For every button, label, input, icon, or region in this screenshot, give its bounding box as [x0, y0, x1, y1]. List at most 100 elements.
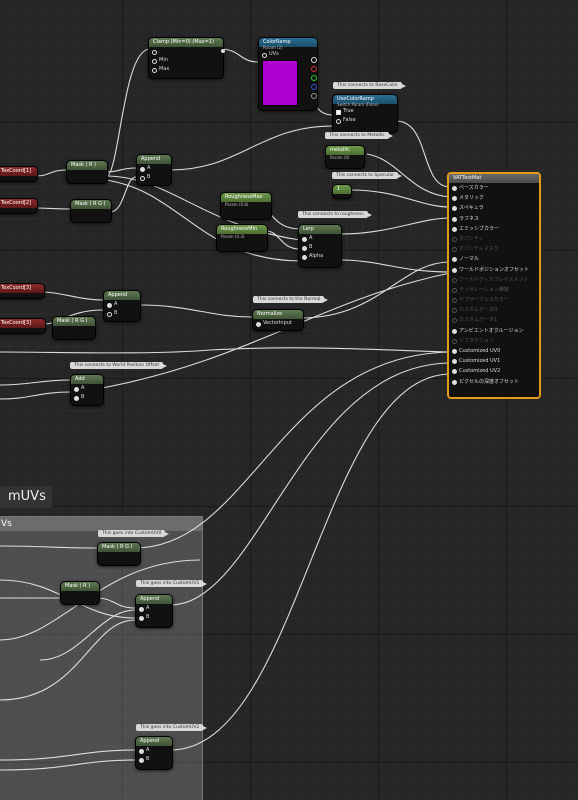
- material-pin[interactable]: オパシティマスク: [449, 244, 539, 254]
- clamp-pin-min[interactable]: Min: [149, 56, 223, 65]
- add-title: Add: [71, 375, 103, 384]
- comment-title-text: mUVs: [8, 489, 46, 504]
- texcoord1-node[interactable]: TexCoord[1]: [0, 166, 38, 182]
- material-pin[interactable]: ピクセルの深度オフセット: [449, 377, 539, 387]
- tag-wpo: This connects to World Position Offset: [70, 362, 168, 369]
- normalize-node[interactable]: Normalize VectorInput: [252, 309, 304, 331]
- clamp-pin-input[interactable]: [149, 47, 223, 56]
- normalize-title: Normalize: [253, 310, 303, 319]
- mask-r2-node[interactable]: Mask ( R ): [60, 581, 100, 605]
- material-pin[interactable]: Customized UV1: [449, 356, 539, 366]
- texcoord1-title: TexCoord[1]: [0, 167, 37, 176]
- mask-rg2-title: Mask ( R G ): [53, 317, 95, 326]
- add-node[interactable]: Add A B: [70, 374, 104, 406]
- material-pin[interactable]: メタリック: [449, 193, 539, 203]
- material-pin[interactable]: カスタムデータ1: [449, 315, 539, 325]
- color-ramp-preview-swatch: [262, 60, 298, 106]
- append3-node[interactable]: Append A B: [135, 594, 173, 628]
- append2-node[interactable]: Append A B: [103, 290, 141, 322]
- material-graph-canvas[interactable]: mUVs Vs Clamp (Min=0) (Max=1) Min Max Co…: [0, 0, 578, 800]
- material-pin[interactable]: テッセレーション乗数: [449, 285, 539, 295]
- material-pin[interactable]: スペキュラ: [449, 203, 539, 213]
- append2-pin-a[interactable]: A: [104, 300, 140, 309]
- specular-constant-title: 1: [333, 185, 351, 194]
- append4-title: Append: [136, 737, 172, 746]
- append3-pin-a[interactable]: A: [136, 604, 172, 613]
- ramp-output-pin-r[interactable]: [311, 66, 317, 72]
- specular-constant-node[interactable]: 1: [332, 184, 352, 199]
- mask-r-node[interactable]: Mask ( R ): [66, 160, 108, 184]
- append1-node[interactable]: Append A B: [136, 154, 172, 186]
- mask-rg3-node[interactable]: Mask ( R G ): [97, 542, 141, 566]
- lerp-pin-alpha[interactable]: Alpha: [299, 252, 341, 261]
- roughness-max-subtitle: Param (0.8): [225, 202, 249, 207]
- texcoord3-title: TexCoord[3]: [0, 284, 44, 293]
- append4-pin-a[interactable]: A: [136, 746, 172, 755]
- material-pin[interactable]: カスタムデータ0: [449, 305, 539, 315]
- material-pin[interactable]: ラフネス: [449, 214, 539, 224]
- material-pin[interactable]: ワールドディスプレイスメント: [449, 275, 539, 285]
- material-pin[interactable]: リフラクション: [449, 336, 539, 346]
- append2-title: Append: [104, 291, 140, 300]
- use-color-ramp-pin-false[interactable]: False: [333, 116, 397, 125]
- texcoord4-title: TexCoord[3]: [0, 319, 45, 328]
- clamp-node-title: Clamp (Min=0) (Max=1): [149, 38, 223, 47]
- append1-title: Append: [137, 155, 171, 164]
- append4-pin-b[interactable]: B: [136, 755, 172, 764]
- material-pin[interactable]: アンビエントオクルージョン: [449, 326, 539, 336]
- append3-title: Append: [136, 595, 172, 604]
- clamp-pin-max[interactable]: Max: [149, 65, 223, 74]
- metallic-title: metallic: [326, 146, 364, 155]
- material-pin[interactable]: Customized UV0: [449, 346, 539, 356]
- roughness-min-node[interactable]: RoughnessMin Param (0.3): [216, 224, 268, 252]
- roughness-min-title: RoughnessMin: [217, 225, 267, 234]
- tag-uv1: This goes into CustomUV1: [136, 580, 208, 587]
- tag-base-color: This connects to BaseColor: [333, 82, 406, 89]
- texcoord3-node[interactable]: TexCoord[3]: [0, 283, 45, 299]
- append2-pin-b[interactable]: B: [104, 309, 140, 318]
- roughness-max-node[interactable]: RoughnessMax Param (0.8): [220, 192, 272, 220]
- material-pin[interactable]: エミッシブカラー: [449, 224, 539, 234]
- material-pin[interactable]: ベースカラー: [449, 183, 539, 193]
- material-pin[interactable]: Customized UV2: [449, 366, 539, 376]
- mask-r-title: Mask ( R ): [67, 161, 107, 170]
- append4-node[interactable]: Append A B: [135, 736, 173, 770]
- append1-pin-a[interactable]: A: [137, 164, 171, 173]
- ramp-output-pin-g[interactable]: [311, 75, 317, 81]
- mask-rg2-node[interactable]: Mask ( R G ): [52, 316, 96, 340]
- material-pin[interactable]: オパシティ: [449, 234, 539, 244]
- add-pin-a[interactable]: A: [71, 384, 103, 393]
- color-ramp-pin-uvs[interactable]: UVs: [259, 50, 317, 59]
- texcoord4-node[interactable]: TexCoord[3]: [0, 318, 46, 334]
- clamp-node[interactable]: Clamp (Min=0) (Max=1) Min Max: [148, 37, 225, 79]
- texcoord2-node[interactable]: TexCoord[2]: [0, 198, 38, 214]
- material-pin[interactable]: サブサーフェスカラー: [449, 295, 539, 305]
- roughness-min-subtitle: Param (0.3): [221, 234, 245, 239]
- normalize-pin-vector-input[interactable]: VectorInput: [253, 319, 303, 328]
- use-color-ramp-pin-true[interactable]: True: [333, 107, 397, 116]
- material-pin[interactable]: ワールドポジションオフセット: [449, 265, 539, 275]
- add-pin-b[interactable]: B: [71, 393, 103, 402]
- lerp-node[interactable]: Lerp A B Alpha: [298, 224, 342, 268]
- append1-pin-b[interactable]: B: [137, 173, 171, 182]
- texcoord2-title: TexCoord[2]: [0, 199, 37, 208]
- tag-metallic: This connects to Metallic: [325, 132, 393, 139]
- ramp-output-pin-b[interactable]: [311, 84, 317, 90]
- append3-pin-b[interactable]: B: [136, 613, 172, 622]
- lerp-title: Lerp: [299, 225, 341, 234]
- material-result-node[interactable]: VATTestMat ベースカラー メタリック スペキュラ ラフネス エミッシブカラーオ…: [447, 172, 541, 399]
- material-title: VATTestMat: [449, 174, 539, 183]
- metallic-subtitle: Param (0): [330, 155, 350, 160]
- tag-uv0: This goes into CustomUV0: [98, 530, 170, 537]
- lerp-pin-b[interactable]: B: [299, 243, 341, 252]
- tag-uv2: This goes into CustomUV2: [136, 724, 208, 731]
- mask-rg-node[interactable]: Mask ( R G ): [70, 199, 112, 223]
- clamp-output-pin[interactable]: [221, 49, 225, 53]
- ramp-output-pin-rgb[interactable]: [311, 57, 317, 63]
- ramp-output-pin-a[interactable]: [311, 93, 317, 99]
- metallic-node[interactable]: metallic Param (0): [325, 145, 365, 169]
- comment-title[interactable]: mUVs: [0, 486, 52, 508]
- material-pin[interactable]: ノーマル: [449, 254, 539, 264]
- lerp-pin-a[interactable]: A: [299, 234, 341, 243]
- use-color-ramp-node[interactable]: UseColorRamp Switch Param (False) True F…: [332, 94, 398, 133]
